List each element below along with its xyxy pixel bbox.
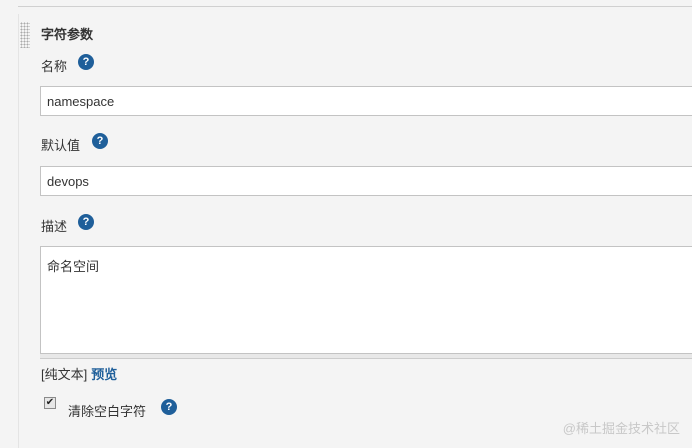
preview-link[interactable]: 预览 bbox=[91, 367, 117, 382]
default-value-help-icon[interactable]: ? bbox=[92, 133, 108, 149]
name-label: 名称 bbox=[41, 59, 68, 74]
trim-label: 清除空白字符 bbox=[68, 404, 147, 419]
plain-text-label: [纯文本] bbox=[41, 367, 88, 382]
name-input[interactable] bbox=[40, 86, 692, 116]
section-title: 字符参数 bbox=[41, 27, 94, 42]
default-value-input[interactable] bbox=[40, 166, 692, 196]
format-row: [纯文本] 预览 bbox=[41, 364, 117, 383]
description-help-icon[interactable]: ? bbox=[78, 214, 94, 230]
string-parameter-panel bbox=[18, 14, 692, 448]
default-value-label: 默认值 bbox=[41, 138, 81, 153]
name-help-icon[interactable]: ? bbox=[78, 54, 94, 70]
watermark: @稀土掘金技术社区 bbox=[562, 421, 680, 436]
drag-handle-icon[interactable] bbox=[20, 22, 30, 48]
textarea-resize-bar[interactable] bbox=[40, 354, 692, 359]
top-divider bbox=[18, 6, 692, 7]
description-textarea[interactable]: 命名空间 bbox=[40, 246, 692, 354]
description-label: 描述 bbox=[41, 219, 68, 234]
trim-checkbox[interactable]: ✔ bbox=[44, 397, 56, 409]
trim-help-icon[interactable]: ? bbox=[161, 399, 177, 415]
